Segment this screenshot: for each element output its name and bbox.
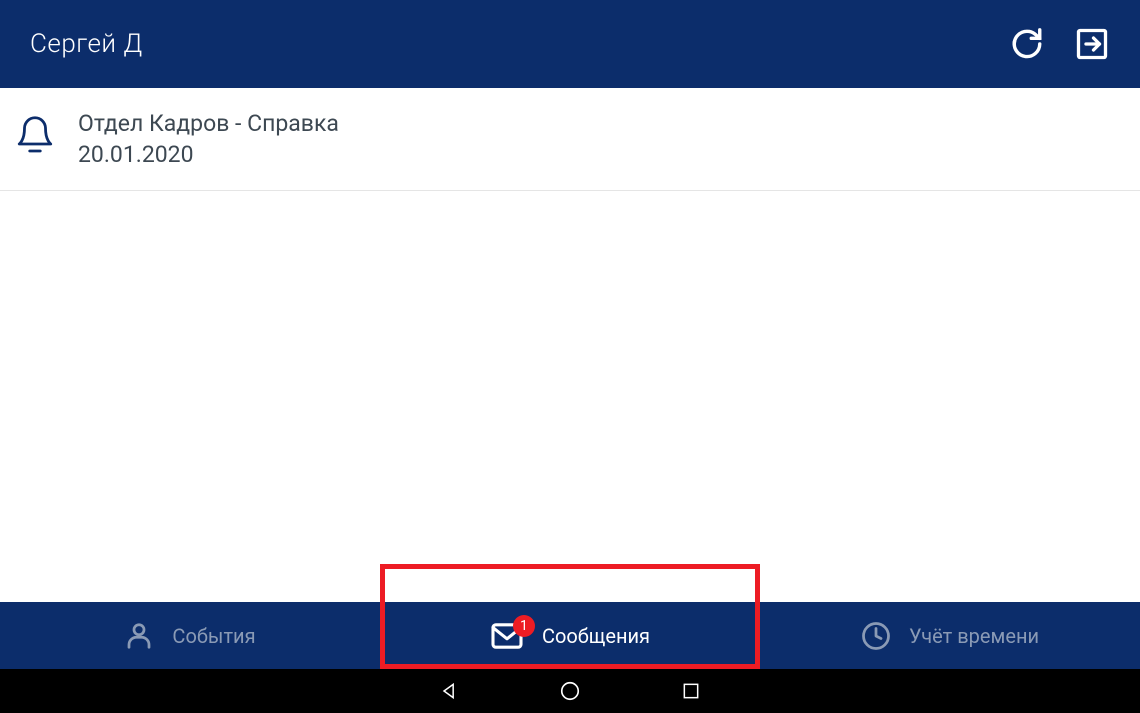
triangle-back-icon [439, 681, 459, 701]
content-area: Отдел Кадров - Справка 20.01.2020 [0, 88, 1140, 602]
nav-messages-label: Сообщения [542, 624, 650, 648]
logout-icon [1074, 26, 1110, 62]
notification-title: Отдел Кадров - Справка [78, 110, 339, 137]
nav-timesheet-label: Учёт времени [909, 624, 1039, 648]
bell-icon [14, 113, 56, 165]
circle-home-icon [559, 680, 581, 702]
notification-text: Отдел Кадров - Справка 20.01.2020 [78, 110, 339, 168]
nav-messages[interactable]: 1 Сообщения [380, 602, 760, 669]
refresh-icon [1010, 27, 1044, 61]
message-badge: 1 [513, 615, 535, 637]
nav-timesheet[interactable]: Учёт времени [760, 602, 1140, 669]
nav-events[interactable]: События [0, 602, 380, 669]
notification-item[interactable]: Отдел Кадров - Справка 20.01.2020 [0, 88, 1140, 191]
envelope-icon: 1 [490, 622, 524, 650]
notification-date: 20.01.2020 [78, 141, 339, 168]
clock-icon [861, 621, 891, 651]
logout-button[interactable] [1074, 26, 1110, 62]
bottom-nav: События 1 Сообщения Учёт времени [0, 602, 1140, 669]
nav-events-label: События [172, 624, 255, 648]
person-icon [124, 621, 154, 651]
user-name: Сергей Д [30, 29, 980, 59]
android-home-button[interactable] [559, 680, 581, 702]
square-recent-icon [681, 681, 701, 701]
app-header: Сергей Д [0, 0, 1140, 88]
android-nav-bar [0, 669, 1140, 713]
empty-area [0, 191, 1140, 602]
android-back-button[interactable] [439, 681, 459, 701]
android-recent-button[interactable] [681, 681, 701, 701]
refresh-button[interactable] [1010, 27, 1044, 61]
